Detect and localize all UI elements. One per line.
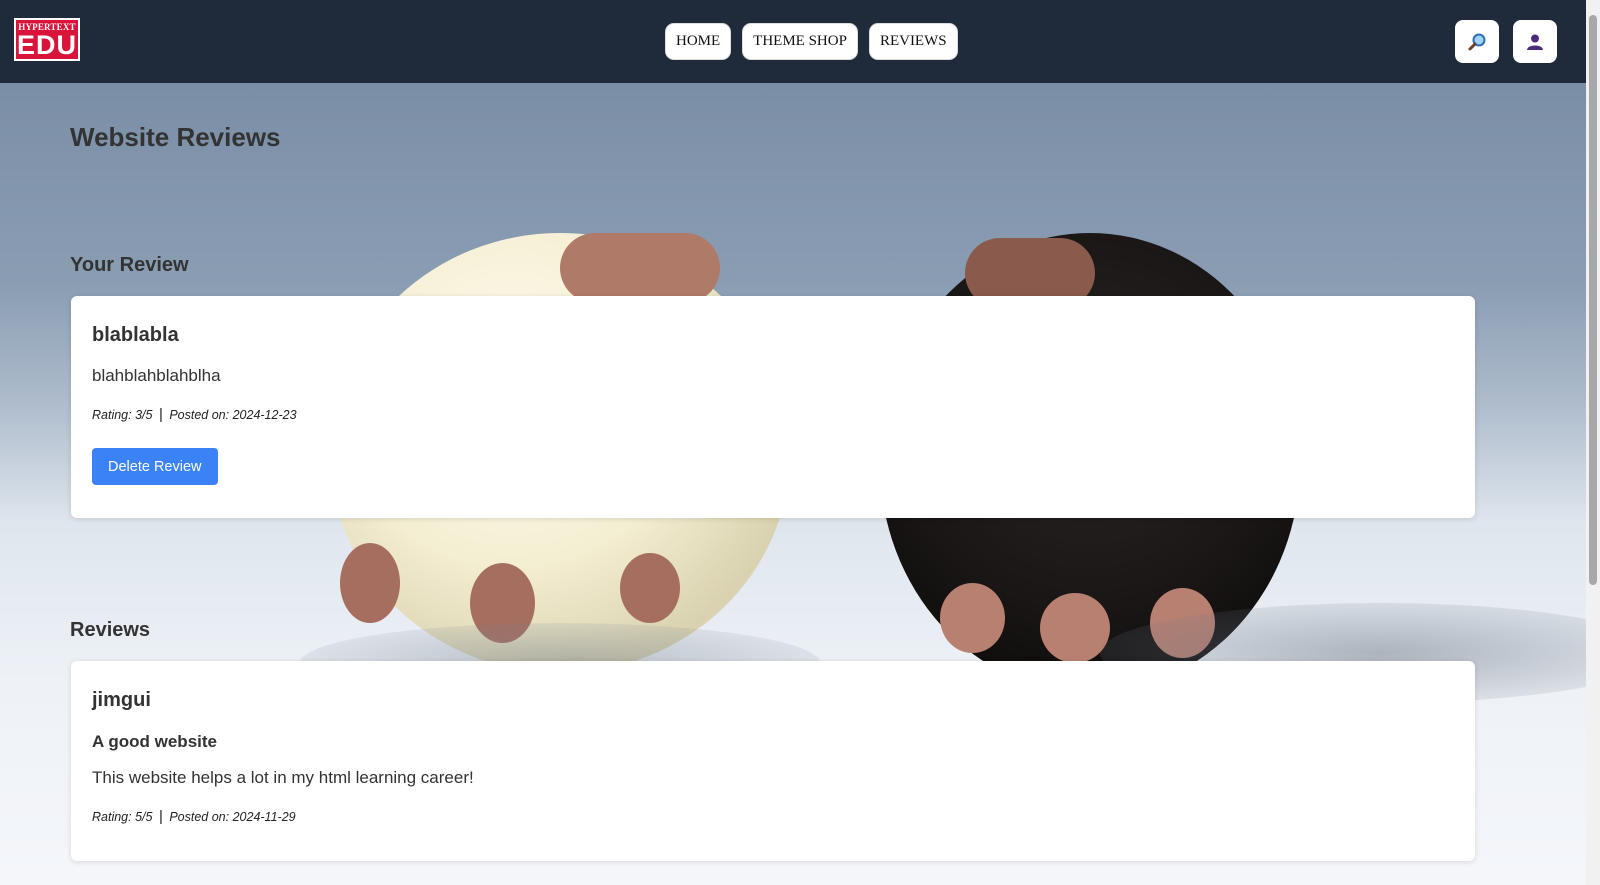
review-rating: Rating: 5/5 [92, 810, 153, 824]
review-body: blahblahblahblha [92, 366, 221, 385]
nav-reviews-button[interactable]: REVIEWS [868, 23, 958, 60]
scrollbar-thumb[interactable] [1589, 15, 1597, 585]
review-date: Posted on: 2024-12-23 [169, 408, 297, 422]
page-title: Website Reviews [70, 122, 281, 152]
reviews-heading: Reviews [70, 619, 151, 641]
user-profile-button[interactable] [1513, 20, 1557, 63]
review-date: Posted on: 2024-11-29 [169, 810, 296, 824]
nav-home-button[interactable]: HOME [665, 23, 732, 60]
search-button[interactable] [1455, 20, 1499, 63]
main-nav: HOME THEME SHOP REVIEWS [665, 23, 958, 60]
search-icon [1468, 33, 1486, 50]
delete-review-button[interactable]: Delete Review [92, 448, 218, 485]
your-review-card: blablabla blahblahblahblha Rating: 3/5 |… [71, 296, 1475, 518]
review-body: This website helps a lot in my html lear… [92, 768, 474, 787]
review-author: blablabla [92, 324, 179, 346]
user-icon [1527, 34, 1543, 50]
review-title: A good website [92, 732, 217, 751]
review-meta: Rating: 5/5 | Posted on: 2024-11-29 [92, 808, 296, 825]
logo-main-text: EDU [16, 29, 77, 60]
review-author: jimgui [92, 689, 151, 711]
page-scrollbar[interactable] [1586, 0, 1600, 885]
nav-theme-shop-button[interactable]: THEME SHOP [742, 23, 858, 60]
meta-separator: | [158, 406, 163, 423]
review-rating: Rating: 3/5 [92, 408, 153, 422]
top-navbar: HYPERTEXT EDU HOME THEME SHOP REVIEWS [0, 0, 1586, 83]
review-card: jimgui A good website This website helps… [71, 661, 1475, 861]
site-logo[interactable]: HYPERTEXT EDU [14, 18, 80, 61]
meta-separator: | [158, 808, 163, 825]
review-meta: Rating: 3/5 | Posted on: 2024-12-23 [92, 406, 297, 423]
your-review-heading: Your Review [70, 254, 189, 276]
